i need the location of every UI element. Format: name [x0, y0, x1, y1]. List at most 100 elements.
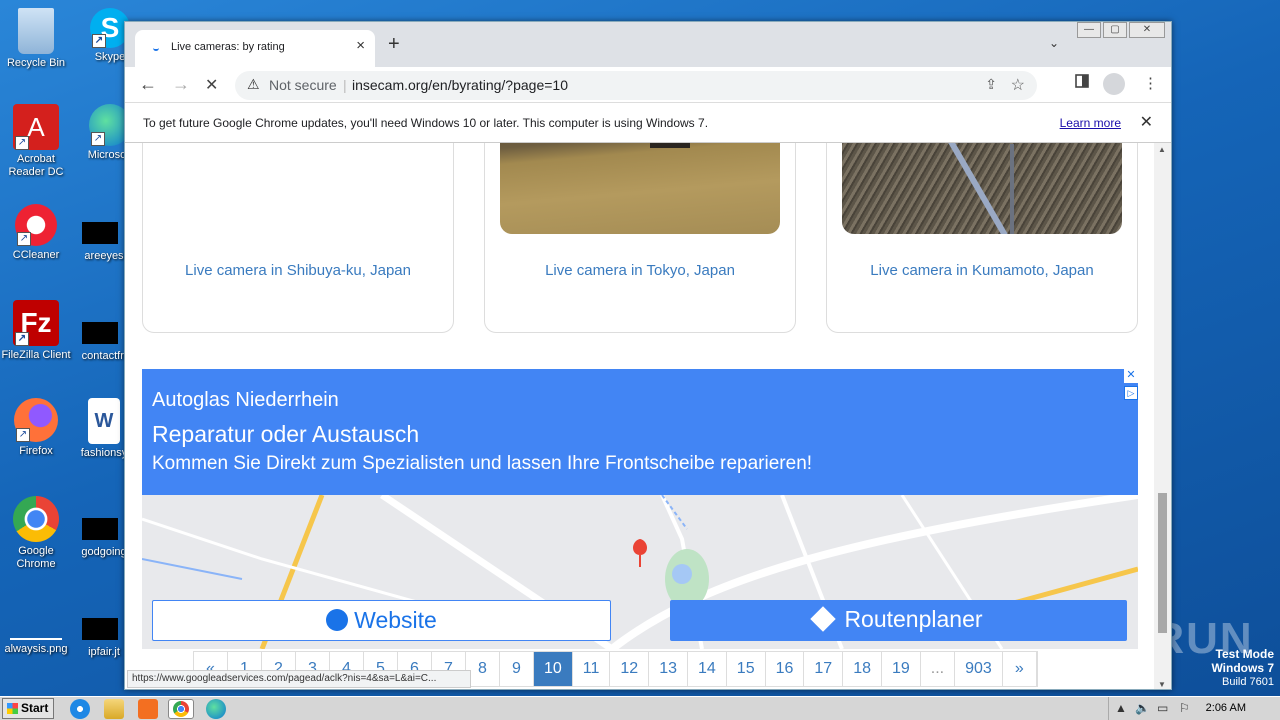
file-explorer-icon[interactable]: [104, 699, 124, 719]
camera-link[interactable]: Live camera in Shibuya-ku, Japan: [143, 262, 453, 279]
system-tray: ▲ 🔈 ▭ ⚐ 2:06 AM: [1108, 697, 1280, 720]
page-link[interactable]: 12: [610, 652, 650, 686]
scroll-down-arrow-icon[interactable]: ▼: [1158, 680, 1166, 689]
firefox-icon: ↗: [14, 398, 58, 442]
forward-button[interactable]: →: [172, 74, 190, 95]
ad-description[interactable]: Kommen Sie Direkt zum Spezialisten und l…: [152, 453, 812, 475]
directions-icon: [810, 606, 837, 632]
page-link[interactable]: 11: [573, 652, 611, 686]
website-button[interactable]: Website: [152, 600, 611, 641]
ad-choices-icon[interactable]: ▷: [1124, 386, 1138, 400]
page-link[interactable]: 8: [466, 652, 500, 686]
volume-icon[interactable]: 🔈: [1135, 701, 1150, 715]
side-panel-icon[interactable]: [1075, 74, 1089, 92]
route-planner-label: Routenplaner: [844, 606, 983, 632]
chrome-shortcut[interactable]: Google Chrome: [0, 496, 72, 571]
maximize-button[interactable]: ▢: [1103, 22, 1127, 38]
security-label[interactable]: Not secure: [269, 77, 337, 93]
not-secure-warning-icon[interactable]: ⚠: [247, 76, 260, 93]
clock[interactable]: 2:06 AM: [1206, 702, 1246, 714]
desktop-icon-label: fashionsy: [80, 447, 128, 459]
advertisement[interactable]: Autoglas Niederrhein Reparatur oder Aust…: [142, 369, 1138, 649]
minimize-button[interactable]: —: [1077, 22, 1101, 38]
taskbar: Start ▲ 🔈 ▭ ⚐ 2:06 AM: [0, 696, 1280, 720]
url-text[interactable]: insecam.org/en/byrating/?page=10: [352, 77, 568, 93]
route-planner-button[interactable]: Routenplaner: [670, 600, 1127, 641]
ccleaner-shortcut[interactable]: ↗ CCleaner: [0, 204, 72, 262]
camera-thumbnail[interactable]: [842, 143, 1122, 234]
back-button[interactable]: ←: [139, 74, 157, 95]
new-tab-button[interactable]: +: [388, 33, 400, 56]
camera-card[interactable]: Live camera in Shibuya-ku, Japan: [142, 143, 454, 333]
page-link[interactable]: 15: [727, 652, 766, 686]
camera-card[interactable]: Live camera in Kumamoto, Japan: [826, 143, 1138, 333]
ad-headline[interactable]: Reparatur oder Austausch: [152, 421, 419, 448]
network-icon[interactable]: ▭: [1157, 701, 1168, 715]
close-window-button[interactable]: ✕: [1129, 22, 1165, 38]
recycle-bin-shortcut[interactable]: Recycle Bin: [0, 8, 72, 70]
link-status-bubble: https://www.googleadservices.com/pagead/…: [127, 670, 471, 688]
tab-close-icon[interactable]: ×: [356, 37, 365, 54]
update-infobar: To get future Google Chrome updates, you…: [125, 103, 1171, 143]
ad-close-icon[interactable]: ✕: [1124, 369, 1138, 383]
page-link[interactable]: 9: [500, 652, 534, 686]
infobar-close-icon[interactable]: ✕: [1140, 112, 1153, 132]
alwaysis-shortcut[interactable]: alwaysis.png: [0, 596, 72, 656]
desktop-icon-label: CCleaner: [12, 249, 60, 261]
page-link[interactable]: 19: [882, 652, 921, 686]
test-mode-line1: Test Mode: [1215, 647, 1274, 661]
loading-spinner-icon: [153, 45, 159, 51]
page-link[interactable]: 18: [843, 652, 882, 686]
camera-thumbnail[interactable]: [500, 143, 780, 234]
filezilla-shortcut[interactable]: Fz ↗ FileZilla Client: [0, 300, 72, 362]
page-link[interactable]: 903: [955, 652, 1003, 686]
tab-live-cameras[interactable]: Live cameras: by rating ×: [135, 30, 375, 67]
scroll-up-arrow-icon[interactable]: ▲: [1158, 145, 1166, 154]
show-hidden-icons-icon[interactable]: ▲: [1115, 701, 1127, 715]
page-content: Live camera in Shibuya-ku, Japan Live ca…: [125, 143, 1156, 689]
filezilla-icon: Fz ↗: [13, 300, 59, 346]
stop-loading-button[interactable]: ✕: [205, 75, 218, 95]
internet-explorer-icon[interactable]: [70, 699, 90, 719]
start-button[interactable]: Start: [2, 698, 54, 719]
page-scrollbar[interactable]: ▲ ▼: [1154, 143, 1171, 689]
media-player-icon[interactable]: [138, 699, 158, 719]
ad-advertiser[interactable]: Autoglas Niederrhein: [152, 389, 339, 412]
page-link[interactable]: 17: [804, 652, 844, 686]
desktop-icon-label: Google Chrome: [16, 545, 56, 570]
test-mode-line2: Windows 7: [1211, 661, 1274, 675]
file-thumbnail-icon: [82, 618, 118, 640]
page-link[interactable]: 16: [766, 652, 805, 686]
ad-header[interactable]: Autoglas Niederrhein Reparatur oder Aust…: [142, 369, 1138, 495]
camera-card[interactable]: Live camera in Tokyo, Japan: [484, 143, 796, 333]
page-link[interactable]: 14: [688, 652, 727, 686]
address-bar[interactable]: ⚠ Not secure | insecam.org/en/byrating/?…: [235, 71, 1037, 100]
chrome-icon: [13, 496, 59, 542]
action-center-flag-icon[interactable]: ⚐: [1179, 701, 1190, 715]
page-link[interactable]: »: [1003, 652, 1037, 686]
browser-window: Live cameras: by rating × + ⌄ — ▢ ✕ ← → …: [124, 21, 1172, 690]
desktop-icon-label: areeyes: [84, 250, 124, 262]
tab-search-chevron-icon[interactable]: ⌄: [1049, 36, 1059, 50]
edge-icon[interactable]: [206, 699, 226, 719]
acrobat-shortcut[interactable]: A ↗ Acrobat Reader DC: [0, 104, 72, 179]
firefox-shortcut[interactable]: ↗ Firefox: [0, 398, 72, 458]
chrome-taskbar-button[interactable]: [168, 699, 194, 719]
page-link[interactable]: ...: [921, 652, 956, 686]
camera-link[interactable]: Live camera in Tokyo, Japan: [485, 262, 795, 279]
page-link[interactable]: 10: [534, 652, 573, 686]
page-link[interactable]: 13: [649, 652, 688, 686]
learn-more-link[interactable]: Learn more: [1060, 116, 1121, 130]
tab-title: Live cameras: by rating: [171, 41, 285, 53]
address-separator: |: [343, 77, 347, 93]
chrome-menu-icon[interactable]: ⋮: [1143, 74, 1158, 92]
website-label: Website: [354, 607, 437, 633]
desktop-icon-label: Skype: [94, 51, 126, 63]
camera-link[interactable]: Live camera in Kumamoto, Japan: [827, 262, 1137, 279]
window-controls: — ▢ ✕: [1077, 22, 1165, 38]
profile-avatar-icon[interactable]: [1103, 73, 1125, 99]
bookmark-star-icon[interactable]: ☆: [1011, 75, 1025, 95]
scrollbar-thumb[interactable]: [1158, 493, 1167, 633]
desktop-icon-label: ipfair.jt: [88, 646, 120, 658]
share-icon[interactable]: ⇪: [985, 76, 997, 93]
